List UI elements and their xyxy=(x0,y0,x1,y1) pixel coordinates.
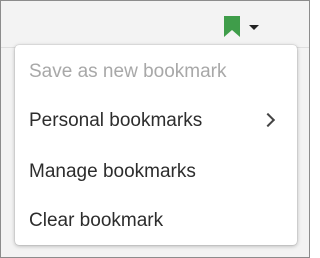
personal-bookmarks-item[interactable]: Personal bookmarks xyxy=(15,98,297,144)
bookmark-menu-button[interactable] xyxy=(223,13,269,39)
menu-item-label: Clear bookmark xyxy=(29,210,164,231)
bookmark-dropdown-menu: Save as new bookmark Personal bookmarks … xyxy=(15,45,297,245)
save-as-new-bookmark-item: Save as new bookmark xyxy=(15,49,297,95)
bookmark-icon xyxy=(224,15,240,37)
caret-down-icon xyxy=(249,24,259,30)
chevron-right-icon xyxy=(260,112,276,128)
toolbar xyxy=(1,1,309,48)
app-frame: Save as new bookmark Personal bookmarks … xyxy=(0,0,310,258)
menu-item-label: Save as new bookmark xyxy=(29,61,227,82)
manage-bookmarks-item[interactable]: Manage bookmarks xyxy=(15,149,297,195)
clear-bookmark-item[interactable]: Clear bookmark xyxy=(15,198,297,244)
menu-item-label: Personal bookmarks xyxy=(29,110,203,131)
menu-item-label: Manage bookmarks xyxy=(29,161,196,182)
